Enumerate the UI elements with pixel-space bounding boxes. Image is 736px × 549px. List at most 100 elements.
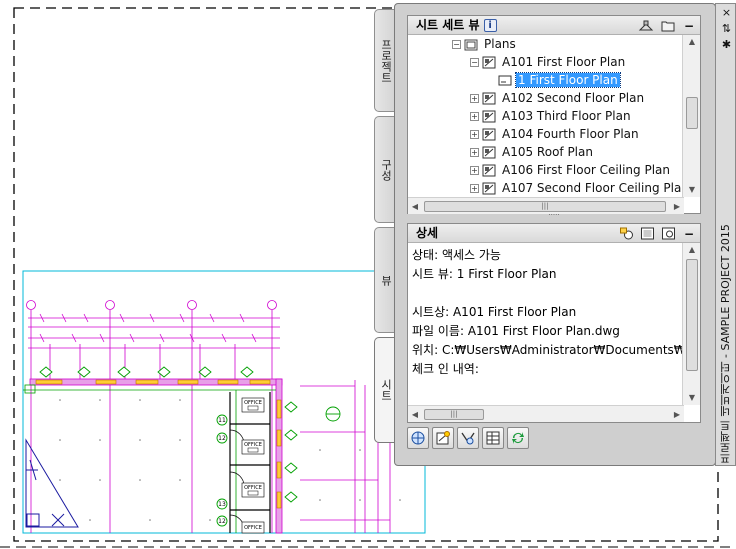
tab-project[interactable]: 프로젝트: [374, 9, 396, 112]
expand-icon[interactable]: +: [470, 93, 479, 103]
tree-node-a102[interactable]: + A102 Second Floor Plan: [470, 89, 646, 107]
tree-horizontal-scrollbar[interactable]: ◀ ||| ▶: [408, 197, 684, 214]
scroll-down-arrow-icon[interactable]: ▼: [683, 183, 701, 197]
expand-icon[interactable]: +: [470, 183, 479, 193]
collapse-icon[interactable]: −: [452, 39, 461, 49]
room-label-office-4: OFFICE: [241, 521, 265, 534]
close-icon[interactable]: ×: [716, 6, 736, 20]
expand-icon[interactable]: +: [470, 147, 479, 157]
refresh-button[interactable]: [507, 427, 529, 449]
palette-titlebar[interactable]: × ⇅ ✱ 프로젝트 네비게이터 - SAMPLE PROJECT 2015: [715, 3, 736, 466]
window-tags: [39, 366, 298, 503]
grid-tag-bubbles: [216, 414, 228, 527]
globe-icon: [411, 431, 425, 445]
details-text: 상태: 액세스 가능 시트 뷰: 1 First Floor Plan 시트상:…: [412, 246, 682, 396]
tree-node-first-floor-view[interactable]: 1 First Floor Plan: [498, 71, 621, 89]
palette-tab-strip: 프로젝트 구성 뷰 시트: [374, 3, 396, 443]
scroll-thumb[interactable]: |||: [424, 201, 666, 212]
tree-node-a107[interactable]: + A107 Second Floor Ceiling Plan: [470, 179, 684, 197]
tree-node-a105[interactable]: + A105 Roof Plan: [470, 143, 595, 161]
details-title: 상세: [416, 226, 439, 240]
regenerate-button[interactable]: [457, 427, 479, 449]
details-horizontal-scrollbar[interactable]: ◀ ||| ▶: [408, 405, 684, 422]
auto-hide-icon[interactable]: ⇅: [716, 22, 736, 36]
tree-node-label: A106 First Floor Ceiling Plan: [502, 163, 670, 177]
collapse-icon[interactable]: −: [470, 57, 479, 67]
publish-icon[interactable]: [638, 20, 654, 32]
svg-text:11: 11: [218, 417, 226, 424]
info-icon[interactable]: i: [483, 19, 497, 32]
tree-node-label: A102 Second Floor Plan: [502, 91, 645, 105]
sheet-icon: [482, 182, 496, 194]
regen-icon: [461, 432, 475, 445]
tree-node-a104[interactable]: + A104 Fourth Floor Plan: [470, 125, 641, 143]
sheet-set-view-panel: 시트 세트 뷰i − − Plans − A101 First Floor Pl…: [407, 15, 701, 214]
sheet-icon: [482, 128, 496, 140]
room-label-office-2: OFFICE: [241, 439, 265, 455]
repath-project-button[interactable]: [407, 427, 429, 449]
scroll-down-arrow-icon[interactable]: ▼: [683, 391, 701, 405]
details-header: 상세 −: [408, 224, 700, 243]
navigator-toolbar: [407, 427, 529, 453]
tab-views[interactable]: 뷰: [374, 227, 396, 333]
svg-text:OFFICE: OFFICE: [244, 485, 262, 491]
view-icon: [498, 75, 512, 85]
tree-node-label: A101 First Floor Plan: [502, 55, 626, 69]
scroll-up-arrow-icon[interactable]: ▲: [683, 243, 701, 257]
tab-sheets[interactable]: 시트: [374, 337, 396, 443]
expand-icon[interactable]: +: [470, 111, 479, 121]
scroll-left-arrow-icon[interactable]: ◀: [408, 406, 422, 423]
palette-title: 프로젝트 네비게이터 - SAMPLE PROJECT 2015: [719, 224, 732, 464]
tab-constructs[interactable]: 구성: [374, 116, 396, 223]
svg-text:13: 13: [218, 501, 226, 508]
open-folder-icon[interactable]: [660, 20, 676, 32]
new-sheet-icon: [436, 431, 450, 445]
scroll-right-arrow-icon[interactable]: ▶: [670, 406, 684, 423]
sheet-icon: [482, 110, 496, 122]
expand-icon[interactable]: +: [470, 129, 479, 139]
refresh-status-icon[interactable]: [619, 227, 634, 240]
sheet-set-view-title: 시트 세트 뷰: [416, 18, 480, 32]
detail-status: 상태: 액세스 가능: [412, 248, 501, 262]
tree-node-label: A103 Third Floor Plan: [502, 109, 631, 123]
zoom-preview-icon[interactable]: [661, 227, 676, 240]
tree-vertical-scrollbar[interactable]: ▲ ▼: [682, 35, 700, 197]
project-navigator-palette[interactable]: 프로젝트 구성 뷰 시트 × ⇅ ✱ 프로젝트 네비게이터 - SAMPLE P…: [374, 3, 736, 466]
dimension-ticks: [39, 313, 257, 380]
detail-location: 위치: C:₩Users₩Administrator₩Documents₩Aut…: [412, 343, 682, 357]
view-table-button[interactable]: [482, 427, 504, 449]
tab-views-label: 뷰: [379, 274, 393, 286]
tree-node-plans[interactable]: − Plans: [452, 35, 518, 53]
add-sheet-button[interactable]: [432, 427, 454, 449]
properties-icon[interactable]: ✱: [716, 38, 736, 52]
scroll-thumb[interactable]: [686, 97, 698, 129]
collapse-details-button[interactable]: −: [682, 225, 696, 243]
sheet-icon: [482, 56, 496, 68]
tree-node-label: A105 Roof Plan: [502, 145, 593, 159]
svg-text:OFFICE: OFFICE: [244, 442, 262, 448]
section-marker: [325, 406, 341, 422]
expand-icon[interactable]: +: [470, 165, 479, 175]
sheet-tree[interactable]: − Plans − A101 First Floor Plan 1 First …: [408, 35, 684, 197]
details-vertical-scrollbar[interactable]: ▲ ▼: [682, 243, 700, 405]
tree-node-a101[interactable]: − A101 First Floor Plan: [470, 53, 627, 71]
room-label-office-1: OFFICE: [241, 397, 265, 413]
refresh-icon: [512, 432, 524, 444]
panel-splitter[interactable]: ·····: [407, 212, 701, 219]
tab-constructs-label: 구성: [379, 158, 393, 181]
detail-sheet-view: 시트 뷰: 1 First Floor Plan: [412, 267, 557, 281]
scroll-up-arrow-icon[interactable]: ▲: [683, 35, 701, 49]
scroll-thumb[interactable]: [686, 259, 698, 371]
tree-node-a103[interactable]: + A103 Third Floor Plan: [470, 107, 633, 125]
sheet-icon: [482, 146, 496, 158]
scroll-thumb[interactable]: |||: [424, 409, 484, 420]
tree-node-a106[interactable]: + A106 First Floor Ceiling Plan: [470, 161, 672, 179]
sheet-set-view-header: 시트 세트 뷰i −: [408, 16, 700, 35]
sheet-icon: [482, 92, 496, 104]
preview-icon[interactable]: [640, 227, 655, 240]
tree-node-label: 1 First Floor Plan: [515, 72, 621, 88]
collapse-sheet-set-view-button[interactable]: −: [682, 17, 696, 35]
folder-icon: [464, 39, 478, 50]
tree-node-label: A107 Second Floor Ceiling Plan: [502, 181, 684, 195]
sheet-icon: [482, 164, 496, 176]
